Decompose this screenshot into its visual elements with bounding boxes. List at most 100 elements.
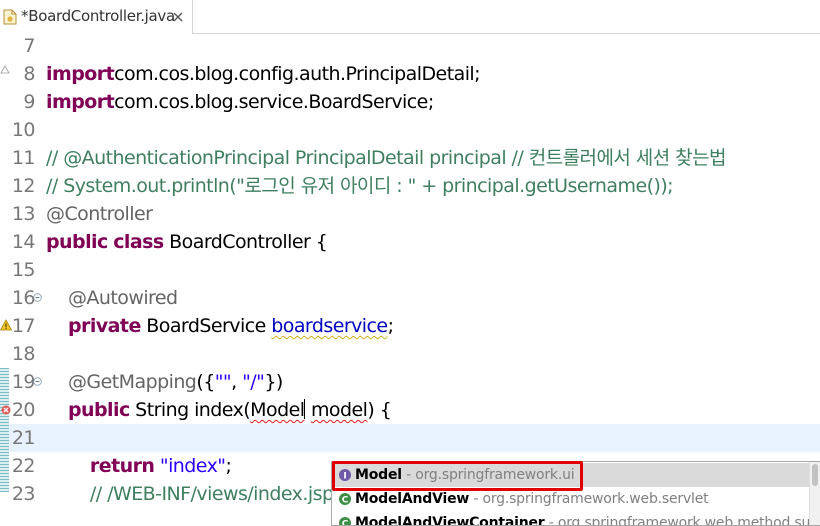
assist-proposal-separator: -	[402, 467, 415, 483]
code-text: // @AuthenticationPrincipal PrincipalDet…	[46, 144, 726, 172]
code-token	[46, 455, 90, 477]
assist-proposal-name: ModelAndViewContainer	[355, 515, 544, 526]
code-line[interactable]: 7	[0, 32, 820, 60]
svg-text:C: C	[342, 520, 349, 526]
fold-collapse-icon[interactable]	[33, 377, 42, 386]
code-line[interactable]: 14 public class BoardController {	[0, 228, 820, 256]
code-token	[46, 371, 68, 393]
code-token: com.cos.blog.service.BoardService;	[114, 91, 434, 113]
code-line[interactable]: 19 @GetMapping({"", "/"})	[0, 368, 820, 396]
assist-proposal-package: org.springframework.web.servlet	[482, 491, 708, 507]
code-token: BoardController {	[164, 231, 328, 253]
code-line[interactable]: 21	[0, 424, 820, 452]
code-token: public	[46, 231, 108, 253]
warning-marker-icon[interactable]	[0, 318, 12, 332]
content-assist-popup[interactable]: IModel - org.springframework.uiCModelAnd…	[331, 461, 820, 526]
error-marker-icon[interactable]	[0, 402, 12, 416]
code-token: ,	[231, 371, 242, 393]
assist-proposal[interactable]: I Model - org.springframework.ui	[332, 463, 810, 487]
assist-proposal-separator: -	[469, 491, 482, 507]
code-token: String index(	[130, 399, 250, 421]
code-token: "/"	[242, 371, 264, 393]
interface-icon: I	[338, 468, 352, 482]
assist-scrollbar[interactable]	[809, 462, 820, 526]
assist-proposal-name: ModelAndView	[355, 491, 469, 507]
code-token: public	[68, 399, 130, 421]
code-token: model	[311, 399, 367, 421]
line-number: 8	[9, 60, 35, 88]
code-line[interactable]: 17 private BoardService boardservice;	[0, 312, 820, 340]
assist-proposal[interactable]: CModelAndViewContainer - org.springframe…	[332, 511, 810, 526]
code-text: // System.out.println("로그인 유저 아이디 : " + …	[46, 172, 673, 200]
code-token: // /WEB-INF/views/index.jsp	[90, 483, 334, 505]
code-token: private	[68, 315, 141, 337]
code-text: importcom.cos.blog.service.BoardService;	[46, 88, 434, 116]
line-number: 10	[9, 116, 35, 144]
assist-proposal-text: Model - org.springframework.ui	[355, 463, 574, 487]
code-token	[46, 399, 68, 421]
line-number: 21	[9, 424, 35, 452]
assist-proposal-package: org.springframework.ui	[415, 467, 574, 483]
assist-proposal-name: Model	[355, 467, 402, 483]
assist-proposal-separator: -	[544, 515, 557, 526]
fold-collapse-icon[interactable]	[33, 293, 42, 302]
code-token: ) {	[367, 399, 391, 421]
line-number: 9	[9, 88, 35, 116]
assist-scrollbar-thumb[interactable]	[812, 464, 818, 486]
code-token: class	[113, 231, 163, 253]
code-text: private BoardService boardservice;	[46, 312, 393, 340]
line-number: 7	[9, 32, 35, 60]
editor-tab-bar: *BoardController.java	[0, 0, 820, 34]
code-line[interactable]: 18	[0, 340, 820, 368]
java-file-icon	[3, 9, 17, 25]
code-line[interactable]: 13@Controller	[0, 200, 820, 228]
line-number: 13	[9, 200, 35, 228]
class-icon: C	[338, 516, 352, 526]
line-number: 14	[9, 228, 35, 256]
code-token	[46, 287, 68, 309]
code-line[interactable]: 12 // System.out.println("로그인 유저 아이디 : " …	[0, 172, 820, 200]
line-number: 12	[9, 172, 35, 200]
code-line[interactable]: 11// @AuthenticationPrincipal PrincipalD…	[0, 144, 820, 172]
code-token: ;	[226, 455, 232, 477]
code-line[interactable]: 10	[0, 116, 820, 144]
code-token	[46, 483, 90, 505]
close-icon[interactable]	[172, 11, 184, 23]
line-number: 15	[9, 256, 35, 284]
code-text: public String index(Model model) {	[46, 396, 391, 424]
code-line[interactable]: 20 public String index(Model model) {	[0, 396, 820, 424]
code-line[interactable]: 9 importcom.cos.blog.service.BoardService…	[0, 88, 820, 116]
line-number: 18	[9, 340, 35, 368]
code-text: importcom.cos.blog.config.auth.Principal…	[46, 60, 480, 88]
code-line[interactable]: 16 @Autowired	[0, 284, 820, 312]
code-text: return "index";	[46, 452, 231, 480]
tab-label: *BoardController.java	[21, 7, 175, 25]
code-text: @GetMapping({"", "/"})	[46, 368, 283, 396]
warning-marker-icon[interactable]	[0, 63, 12, 77]
code-token: })	[264, 371, 282, 393]
line-number: 23	[9, 480, 35, 508]
assist-proposal-text: ModelAndViewContainer - org.springframew…	[355, 511, 820, 526]
assist-proposal[interactable]: CModelAndView - org.springframework.web.…	[332, 487, 810, 511]
code-token: ""	[215, 371, 231, 393]
code-token: // @AuthenticationPrincipal PrincipalDet…	[46, 147, 726, 169]
assist-proposal-package: org.springframework.web.method.support	[558, 515, 820, 526]
code-token: @Autowired	[68, 287, 178, 309]
code-text: // /WEB-INF/views/index.jsp	[46, 480, 333, 508]
code-line[interactable]: 15	[0, 256, 820, 284]
code-editor[interactable]: 78 importcom.cos.blog.config.auth.Princip…	[0, 34, 820, 492]
assist-proposal-text: ModelAndView - org.springframework.web.s…	[355, 487, 708, 511]
line-number: 22	[9, 452, 35, 480]
line-number: 17	[9, 312, 35, 340]
editor-tab-boardcontroller[interactable]: *BoardController.java	[0, 0, 193, 34]
code-token: ;	[388, 315, 394, 337]
code-token: boardservice	[271, 315, 387, 337]
code-token: import	[46, 91, 114, 113]
code-token: "index"	[160, 455, 226, 477]
line-number: 20	[9, 396, 35, 424]
code-line[interactable]: 8 importcom.cos.blog.config.auth.Principa…	[0, 60, 820, 88]
svg-text:I: I	[343, 472, 346, 482]
line-number: 16	[9, 284, 35, 312]
class-icon: C	[338, 492, 352, 506]
code-text: public class BoardController {	[46, 228, 327, 256]
